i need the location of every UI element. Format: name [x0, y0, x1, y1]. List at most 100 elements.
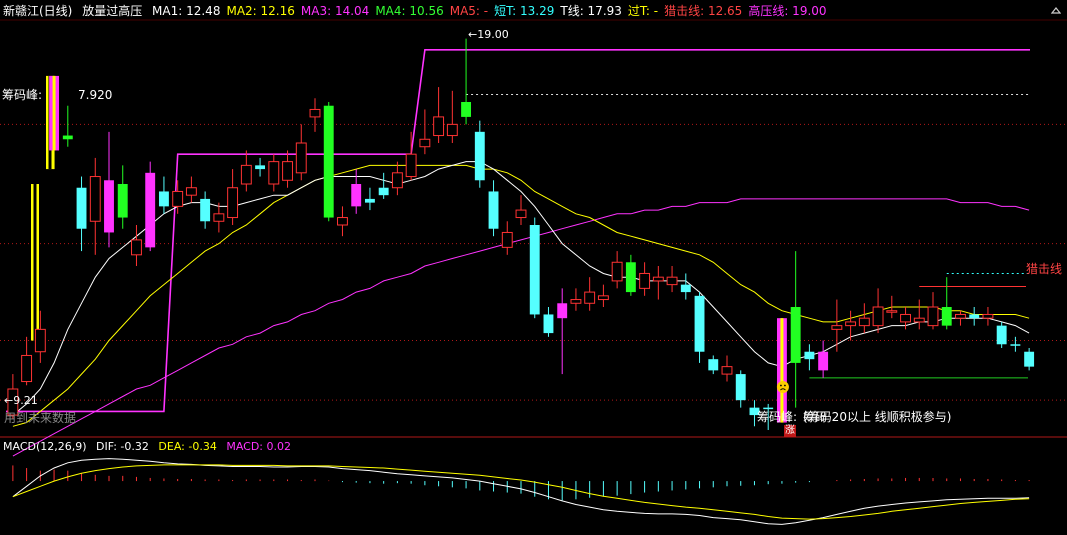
macd-header: MACD(12,26,9) DIF: -0.32 DEA: -0.34 MACD…: [3, 440, 297, 454]
candle-body: [131, 239, 142, 256]
candle-body: [488, 191, 499, 229]
candle-body: [501, 231, 513, 248]
candle-body: [337, 217, 348, 226]
candle-body: [790, 307, 801, 363]
candle-body: [721, 366, 733, 375]
candle-body: [515, 209, 527, 219]
candle-body: [666, 276, 678, 286]
ma-item: MA1: 12.48: [152, 4, 221, 18]
candle-body: [378, 187, 389, 196]
candle-body: [117, 184, 128, 218]
indicator-name[interactable]: 放量过高压: [82, 4, 142, 18]
candle-body: [295, 142, 307, 174]
chip-peak-label: 筹码峰:: [2, 88, 43, 102]
candle-body: [446, 123, 458, 137]
candle-body: [913, 317, 925, 323]
candle-body: [351, 184, 362, 207]
ma-item: MA2: 12.16: [226, 4, 295, 18]
candle-body: [227, 187, 239, 219]
chip-bar-inner: [33, 184, 37, 341]
candle-body: [529, 225, 540, 315]
sad-face-icon: [776, 381, 789, 393]
ma-item: MA5: -: [449, 4, 489, 18]
candle-body: [557, 303, 568, 319]
candle-body: [21, 354, 33, 383]
candle-body: [845, 321, 857, 327]
candle-body: [34, 328, 46, 353]
resistance-step-line: [5, 49, 1030, 413]
ma-item: 高压线: 19.00: [748, 4, 827, 18]
candle-body: [104, 180, 114, 233]
candle-body: [969, 314, 980, 319]
ma-item: MA3: 14.04: [300, 4, 370, 18]
candle-body: [419, 138, 431, 148]
candle-body: [694, 295, 705, 352]
ma-item: T线: 17.93: [560, 4, 622, 18]
candle-body: [76, 187, 87, 229]
candle-body: [708, 359, 719, 371]
candle-body: [89, 176, 101, 222]
candle-body: [282, 161, 293, 181]
high-marker-label: ←19.00: [468, 28, 509, 41]
candle-body: [200, 198, 211, 222]
candle-body: [570, 299, 582, 304]
candle-body: [255, 165, 266, 170]
candle-body: [804, 351, 815, 360]
candle-body: [474, 131, 485, 181]
macd-title[interactable]: MACD(12,26,9): [3, 440, 87, 453]
macd-dif: DIF: -0.32: [96, 440, 149, 453]
sad-face-eye: [784, 384, 786, 387]
ma-item: 过T: -: [627, 4, 659, 18]
candle-body: [639, 272, 651, 289]
chip-peak-bottom-label: 筹码峰:: [757, 410, 798, 424]
candle-body: [955, 313, 966, 319]
candle-body: [158, 191, 169, 207]
candle-body: [433, 116, 445, 137]
chart-header: 新赣江(日线) 放量过高压 MA1: 12.48 MA2: 12.16 MA3: 1…: [3, 3, 839, 19]
candle-body: [611, 261, 623, 282]
ma-values: MA1: 12.48 MA2: 12.16 MA3: 14.04 MA4: 10.56…: [152, 4, 833, 18]
candle-body: [680, 284, 691, 293]
candle-body: [872, 306, 884, 327]
candle-body-stripe: [52, 75, 56, 151]
candle-body: [309, 108, 321, 118]
candle-body: [1024, 351, 1035, 367]
chip-overlap-label: 筹码: [803, 410, 828, 424]
candle-body: [735, 374, 746, 401]
candle-body: [240, 164, 252, 185]
candle-body: [323, 105, 334, 218]
candle-body: [900, 313, 911, 323]
candle-body: [941, 307, 952, 326]
candle-body-stripe: [780, 318, 784, 423]
candle-body: [858, 317, 870, 327]
candle-body: [584, 291, 596, 304]
stock-title[interactable]: 新赣江(日线): [3, 4, 72, 18]
candle-body: [927, 306, 939, 327]
candle-body: [652, 276, 664, 282]
candle-body: [818, 351, 829, 371]
future-data-label: 用到未来数据: [4, 411, 77, 425]
collapse-toggle-icon[interactable]: [1051, 6, 1061, 16]
candle-body: [62, 135, 73, 140]
candle-body: [886, 310, 898, 313]
candle-body: [405, 153, 417, 178]
candle-body: [145, 172, 156, 248]
candle-body: [982, 313, 994, 319]
candle-body: [763, 407, 774, 410]
candle-body: [391, 172, 403, 189]
candle-body: [996, 325, 1007, 345]
chip-peak-value: 7.920: [78, 88, 113, 102]
candle-body: [831, 325, 843, 330]
candle-body: [461, 102, 472, 117]
sad-face-eye: [780, 384, 782, 387]
candle-body: [213, 213, 225, 222]
ma-item: MA4: 10.56: [375, 4, 444, 18]
candle-body: [364, 198, 375, 203]
candle-body: [625, 262, 636, 293]
stop-line-label: 猎击线: [1026, 262, 1063, 276]
candle-body: [1010, 344, 1021, 346]
rise-badge: 涨: [784, 425, 796, 437]
candle-body: [185, 187, 197, 196]
macd-value: MACD: 0.02: [226, 440, 291, 453]
candle-body: [543, 314, 554, 334]
